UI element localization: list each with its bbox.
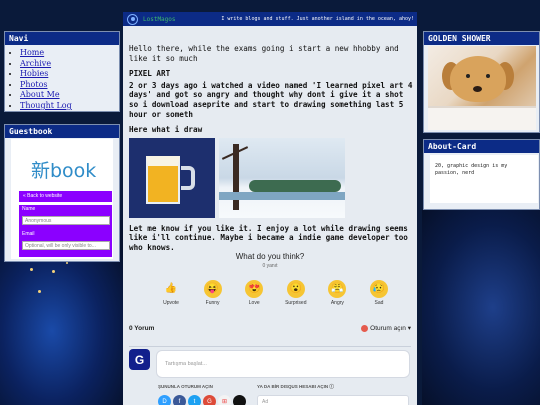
water bbox=[219, 191, 345, 200]
sparkle bbox=[38, 290, 41, 293]
guestbook-name-input[interactable]: Anonymous bbox=[22, 216, 110, 225]
notification-dot-icon bbox=[361, 324, 369, 332]
post-body: Hello there, while the exams going i sta… bbox=[129, 44, 413, 259]
guestbook-back-link[interactable]: « Back to website bbox=[19, 191, 112, 202]
reaction-sad[interactable]: 😥 Sad bbox=[363, 280, 395, 306]
navi-item-about-me[interactable]: About Me bbox=[20, 90, 119, 101]
navi-item-archive[interactable]: Archive bbox=[20, 59, 119, 70]
microsoft-login-icon[interactable]: ⊞ bbox=[218, 395, 231, 405]
navi-title: Navi bbox=[5, 32, 119, 45]
comments-count: 0 Yorum bbox=[129, 325, 155, 332]
tree bbox=[233, 143, 239, 210]
golden-shower-title: GOLDEN SHOWER bbox=[424, 32, 539, 45]
navi-list: Home Archive Hobies Photos About Me Thou… bbox=[5, 45, 119, 112]
heart-eyes-icon: 😍 bbox=[245, 280, 264, 298]
guestbook-email-label: Email bbox=[22, 231, 35, 237]
post-paragraph: 2 or 3 days ago i watched a video named … bbox=[129, 80, 413, 119]
about-card-text: 20, graphic design is my passion, nerd bbox=[430, 155, 538, 203]
reaction-label: Angry bbox=[330, 300, 344, 306]
puppy-image bbox=[428, 46, 536, 130]
beer-handle bbox=[181, 165, 195, 190]
reaction-surprised[interactable]: 😮 Surprised bbox=[280, 280, 312, 306]
main-content: LostMagos I write blogs and stuff. Just … bbox=[123, 12, 417, 405]
post-draw-label: Here what i draw bbox=[129, 125, 203, 135]
navi-item-photos[interactable]: Photos bbox=[20, 80, 119, 91]
post-heading: PIXEL ART bbox=[129, 69, 171, 79]
navi-link-archive[interactable]: Archive bbox=[20, 59, 51, 68]
blanket bbox=[428, 106, 536, 130]
disqus-signup-label[interactable]: YA DA BİR DISQUS HESABI AÇIN ⓘ bbox=[257, 384, 334, 390]
login-button[interactable]: Oturum açın ▾ bbox=[361, 324, 411, 332]
login-label: Oturum açın ▾ bbox=[370, 325, 411, 332]
reaction-label: Upvote bbox=[163, 300, 179, 306]
login-with-label: ŞUNUNLA OTURUM AÇIN bbox=[158, 384, 213, 389]
navi-panel: Navi Home Archive Hobies Photos About Me… bbox=[4, 31, 120, 112]
apple-login-icon[interactable] bbox=[233, 395, 246, 405]
navi-link-thought-log[interactable]: Thought Log bbox=[20, 101, 72, 110]
sad-face-icon: 😥 bbox=[369, 280, 388, 298]
comment-input[interactable]: Tartışma başlat... bbox=[156, 350, 410, 378]
bushes bbox=[249, 179, 341, 192]
guestbook-logo: 新book bbox=[31, 160, 97, 182]
surprised-face-icon: 😮 bbox=[286, 280, 305, 298]
navi-link-photos[interactable]: Photos bbox=[20, 80, 48, 89]
about-card-title: About-Card bbox=[424, 140, 539, 153]
site-tagline: I write blogs and stuff. Just another is… bbox=[221, 16, 414, 22]
reactions-title: What do you think? bbox=[235, 252, 305, 261]
reaction-funny[interactable]: 😝 Funny bbox=[197, 280, 229, 306]
google-login-icon[interactable]: G bbox=[203, 395, 216, 405]
pixel-art-winter-image[interactable] bbox=[219, 137, 345, 218]
reaction-label: Funny bbox=[205, 300, 220, 306]
background-glow-right bbox=[422, 210, 540, 405]
about-card-panel: About-Card 20, graphic design is my pass… bbox=[423, 139, 540, 210]
sparkle bbox=[52, 270, 55, 273]
golden-shower-panel: GOLDEN SHOWER bbox=[423, 31, 540, 133]
reaction-angry[interactable]: 😤 Angry bbox=[321, 280, 353, 306]
puppy-nose bbox=[473, 86, 482, 92]
guestbook-panel: Guestbook 新book « Back to website Name A… bbox=[4, 124, 120, 262]
reaction-label: Surprised bbox=[285, 300, 307, 306]
sparkle bbox=[66, 262, 68, 264]
guestbook-name-label: Name bbox=[22, 206, 36, 212]
thumbs-up-icon: 👍 bbox=[164, 283, 178, 294]
name-input[interactable]: Ad bbox=[257, 395, 409, 405]
puppy-eye bbox=[466, 74, 470, 78]
avatar: G bbox=[129, 349, 150, 370]
navi-item-hobies[interactable]: Hobies bbox=[20, 69, 119, 80]
guestbook-widget: 新book « Back to website Name Anonymous E… bbox=[11, 139, 113, 259]
navi-item-home[interactable]: Home bbox=[20, 48, 119, 59]
post-outro: Let me know if you like it. I enjoy a lo… bbox=[129, 223, 408, 252]
site-logo-icon[interactable] bbox=[127, 13, 138, 25]
reaction-upvote[interactable]: 👍 Upvote bbox=[155, 280, 187, 307]
reaction-label: Love bbox=[248, 300, 260, 306]
puppy-eye bbox=[486, 74, 490, 78]
reactions-count: 0 yanıt bbox=[262, 263, 278, 269]
disqus-login-icon[interactable]: D bbox=[158, 395, 171, 405]
sparkle bbox=[30, 268, 33, 271]
twitter-login-icon[interactable]: t bbox=[188, 395, 201, 405]
post-intro: Hello there, while the exams going i sta… bbox=[129, 44, 399, 63]
social-login-buttons: D f t G ⊞ bbox=[158, 395, 246, 405]
site-header: LostMagos I write blogs and stuff. Just … bbox=[123, 12, 417, 26]
reaction-love[interactable]: 😍 Love bbox=[238, 280, 270, 306]
reaction-label: Sad bbox=[374, 300, 384, 306]
navi-link-home[interactable]: Home bbox=[20, 48, 44, 57]
comments-divider bbox=[129, 346, 411, 347]
puppy-head bbox=[450, 56, 506, 102]
site-name[interactable]: LostMagos bbox=[143, 16, 176, 23]
laughing-face-icon: 😝 bbox=[203, 280, 222, 298]
reactions-row: 👍 Upvote 😝 Funny 😍 Love 😮 Surprised 😤 An… bbox=[155, 280, 395, 306]
navi-link-about-me[interactable]: About Me bbox=[20, 90, 60, 99]
facebook-login-icon[interactable]: f bbox=[173, 395, 186, 405]
pixel-art-beer-image[interactable] bbox=[129, 137, 215, 218]
navi-link-hobies[interactable]: Hobies bbox=[20, 69, 48, 78]
guestbook-email-input[interactable]: Optional, will be only visible to... bbox=[22, 241, 110, 250]
navi-item-thought-log[interactable]: Thought Log bbox=[20, 101, 119, 112]
pixel-art-gallery bbox=[129, 137, 413, 218]
angry-face-icon: 😤 bbox=[328, 280, 347, 298]
guestbook-title: Guestbook bbox=[5, 125, 119, 138]
beer-mug bbox=[146, 155, 180, 204]
